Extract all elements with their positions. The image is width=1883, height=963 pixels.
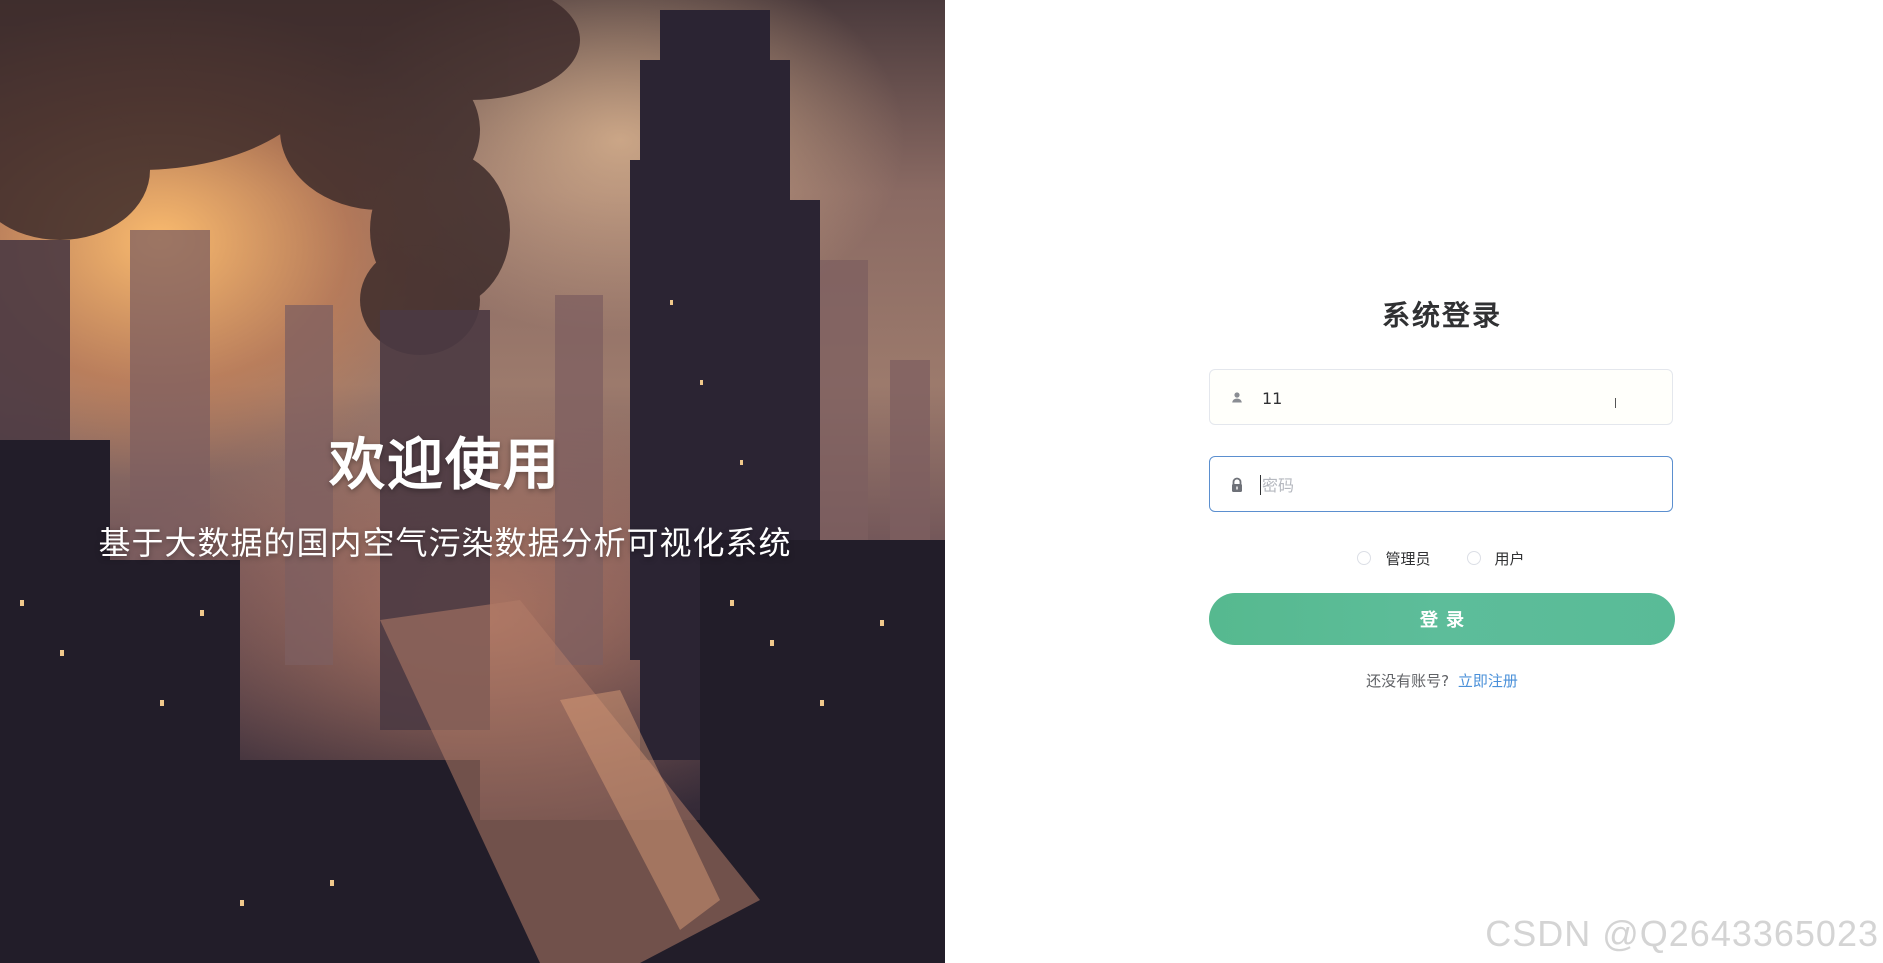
register-prompt: 还没有账号? 立即注册 <box>1209 670 1675 691</box>
text-caret <box>1260 475 1261 495</box>
login-panel: 系统登录 11 管理员 用户 登录 还没有账号? 立即注册 <box>945 0 1883 963</box>
password-field[interactable] <box>1209 456 1673 513</box>
username-input[interactable] <box>1260 370 1664 426</box>
register-prompt-text: 还没有账号? <box>1366 672 1450 690</box>
role-selector: 管理员 用户 <box>1209 546 1673 570</box>
radio-user[interactable] <box>1466 551 1481 565</box>
hero-panel: 欢迎使用 基于大数据的国内空气污染数据分析可视化系统 <box>0 0 945 963</box>
role-option-admin[interactable]: 管理员 <box>1357 548 1431 569</box>
role-option-user[interactable]: 用户 <box>1466 548 1525 569</box>
hero-subtitle: 基于大数据的国内空气污染数据分析可视化系统 <box>98 524 792 562</box>
user-icon <box>1228 389 1246 407</box>
role-label-admin: 管理员 <box>1385 549 1431 568</box>
role-label-user: 用户 <box>1494 549 1525 568</box>
register-link[interactable]: 立即注册 <box>1458 672 1518 690</box>
lock-icon <box>1228 476 1246 494</box>
username-field[interactable] <box>1209 369 1673 426</box>
login-page: 欢迎使用 基于大数据的国内空气污染数据分析可视化系统 系统登录 11 管理员 用… <box>0 0 1883 963</box>
hero-title: 欢迎使用 <box>329 433 561 498</box>
login-button[interactable]: 登录 <box>1209 593 1675 645</box>
login-title: 系统登录 <box>1381 299 1502 332</box>
password-input[interactable] <box>1260 457 1664 513</box>
mouse-cursor <box>1615 398 1616 408</box>
watermark: CSDN @Q2643365023 <box>1485 913 1879 954</box>
radio-admin[interactable] <box>1357 551 1372 565</box>
